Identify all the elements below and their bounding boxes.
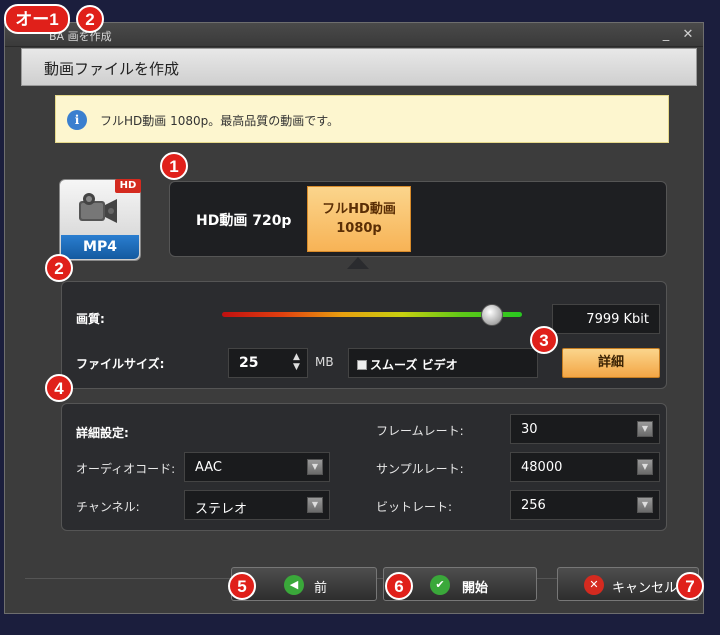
option-hd-720p[interactable]: HD動画 720p	[196, 210, 291, 230]
close-button[interactable]: ✕	[679, 26, 697, 44]
audio-codec-label: オーディオコード:	[76, 462, 176, 476]
back-label: 前	[314, 581, 328, 596]
smooth-video-label: スムーズ ビデオ	[370, 358, 458, 372]
mp4-label: MP4	[61, 235, 139, 259]
annotation-badge-7: 7	[676, 572, 704, 600]
chevron-down-icon: ▼	[637, 421, 653, 437]
channel-select[interactable]: ステレオ ▼	[184, 490, 330, 520]
info-icon: i	[67, 110, 87, 130]
advanced-settings-panel: 詳細設定: オーディオコード: AAC ▼ チャンネル: ステレオ ▼ フレーム…	[61, 403, 667, 531]
audio-codec-value: AAC	[195, 460, 222, 475]
annotation-badge-4: 4	[45, 374, 73, 402]
info-text: フルHD動画 1080p。最高品質の動画です。	[100, 114, 340, 128]
channel-label: チャンネル:	[76, 500, 140, 514]
create-video-dialog: BA 画を作成 _ ✕ 動画ファイルを作成 i フルHD動画 1080p。最高品…	[4, 22, 704, 614]
details-button[interactable]: 詳細	[562, 348, 660, 378]
mp4-format-icon[interactable]: HD MP4	[59, 179, 141, 261]
annotation-badge-1: 1	[160, 152, 188, 180]
content-area: i フルHD動画 1080p。最高品質の動画です。 HD MP4 HD動画 72…	[55, 91, 669, 571]
screen: BA 画を作成 _ ✕ 動画ファイルを作成 i フルHD動画 1080p。最高品…	[0, 0, 720, 635]
cancel-label: キャンセル	[612, 581, 678, 596]
smooth-video-checkbox[interactable]: スムーズ ビデオ	[348, 348, 538, 378]
dialog-heading: 動画ファイルを作成	[44, 60, 180, 78]
framerate-value: 30	[521, 422, 538, 437]
quality-label: 画質:	[76, 312, 105, 326]
bitrate-display: 7999 Kbit	[552, 304, 660, 334]
annotation-badge-3: 3	[530, 326, 558, 354]
chevron-down-icon: ▼	[307, 497, 323, 513]
samplerate-value: 48000	[521, 460, 563, 475]
samplerate-label: サンプルレート:	[376, 462, 464, 476]
chevron-down-icon: ▼	[307, 459, 323, 475]
resolution-selector: HD動画 720p フルHD動画 1080p	[169, 181, 667, 257]
video-camera-icon	[79, 193, 117, 223]
filesize-input[interactable]: 25 ▲ ▼	[228, 348, 308, 378]
quality-slider-handle[interactable]	[481, 304, 503, 326]
annotation-badge-corner: 2	[76, 5, 104, 33]
chevron-down-icon: ▼	[637, 459, 653, 475]
annotation-tag: オー1	[4, 4, 70, 34]
checkbox-icon	[357, 360, 367, 370]
option-fullhd-1080p[interactable]: フルHD動画 1080p	[307, 186, 411, 252]
quality-slider-track[interactable]	[222, 312, 522, 317]
start-label: 開始	[462, 581, 489, 596]
annotation-badge-6: 6	[385, 572, 413, 600]
channel-value: ステレオ	[195, 502, 248, 517]
checkmark-icon: ✔	[430, 575, 450, 595]
filesize-stepper[interactable]: ▲ ▼	[293, 352, 300, 372]
framerate-label: フレームレート:	[376, 424, 464, 438]
hd-badge: HD	[115, 179, 141, 193]
minimize-button[interactable]: _	[657, 26, 675, 44]
audio-bitrate-select[interactable]: 256 ▼	[510, 490, 660, 520]
advanced-heading: 詳細設定:	[76, 426, 129, 440]
audio-bitrate-label: ビットレート:	[376, 500, 453, 514]
annotation-badge-2: 2	[45, 254, 73, 282]
cancel-x-icon: ✕	[584, 575, 604, 595]
filesize-value: 25	[239, 355, 259, 371]
option-fullhd-line2: 1080p	[336, 221, 382, 236]
panel-pointer-arrow	[347, 257, 369, 269]
chevron-down-icon: ▼	[637, 497, 653, 513]
samplerate-select[interactable]: 48000 ▼	[510, 452, 660, 482]
filesize-unit: MB	[315, 355, 334, 369]
audio-codec-select[interactable]: AAC ▼	[184, 452, 330, 482]
framerate-select[interactable]: 30 ▼	[510, 414, 660, 444]
filesize-label: ファイルサイズ:	[76, 357, 165, 371]
annotation-badge-5: 5	[228, 572, 256, 600]
dialog-header: 動画ファイルを作成	[21, 48, 697, 86]
option-fullhd-line1: フルHD動画	[322, 202, 396, 217]
audio-bitrate-value: 256	[521, 498, 546, 513]
title-bar: BA 画を作成 _ ✕	[5, 23, 703, 47]
quality-panel: 画質: 7999 Kbit ファイルサイズ: 25 ▲ ▼ MB スムーズ ビデオ…	[61, 281, 667, 389]
back-arrow-icon: ◀	[284, 575, 304, 595]
info-banner: i フルHD動画 1080p。最高品質の動画です。	[55, 95, 669, 143]
